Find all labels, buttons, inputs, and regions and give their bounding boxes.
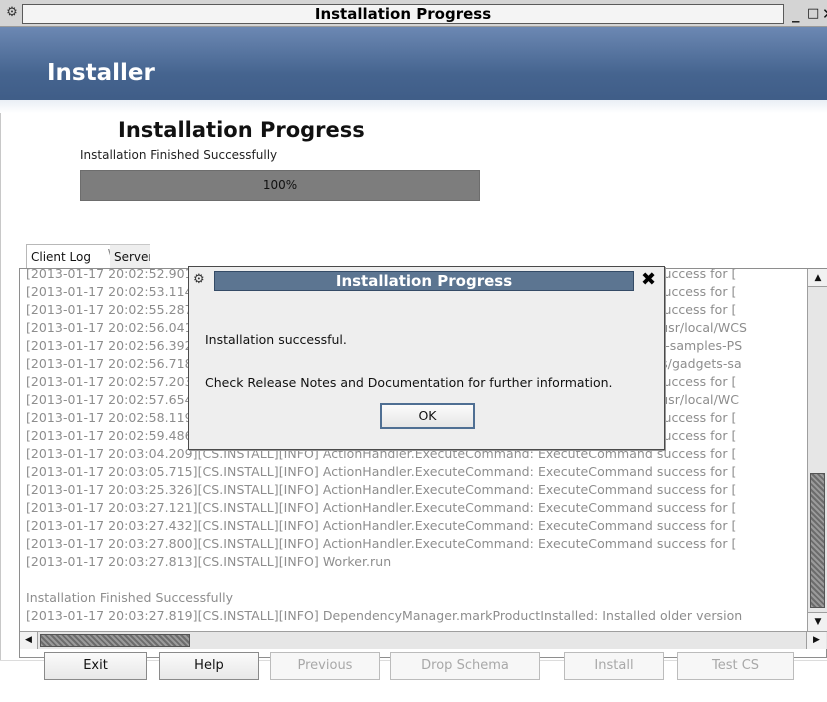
log-line: [2013-01-17 20:03:27.819][CS.INSTALL][IN… [26, 608, 743, 623]
ok-button[interactable]: OK [380, 403, 475, 429]
install-button[interactable]: Install [564, 652, 664, 680]
progress-status: Installation Finished Successfully [80, 148, 278, 162]
log-line: [2013-01-17 20:03:05.715][CS.INSTALL][IN… [26, 464, 737, 479]
dialog-close-icon[interactable]: ✖ [641, 269, 656, 291]
close-icon[interactable]: ✕ [822, 4, 827, 24]
horizontal-scrollbar[interactable]: ◀ ▶ [20, 631, 827, 649]
vertical-scroll-thumb[interactable] [810, 473, 825, 608]
scroll-down-icon[interactable]: ▼ [808, 612, 827, 631]
banner-divider [0, 100, 827, 113]
log-line: [2013-01-17 20:03:27.432][CS.INSTALL][IN… [26, 518, 737, 533]
scroll-up-icon[interactable]: ▲ [808, 269, 827, 287]
dialog-message: Installation successful. [205, 332, 347, 347]
tab-client-log[interactable]: Client Log [26, 244, 110, 268]
minimize-icon[interactable]: _ [792, 4, 800, 24]
log-line: [2013-01-17 20:03:27.813][CS.INSTALL][IN… [26, 554, 392, 569]
test-cs-button[interactable]: Test CS [677, 652, 794, 680]
log-line: Installation Finished Successfully [26, 590, 234, 605]
help-button[interactable]: Help [159, 652, 259, 680]
banner-title: Installer [47, 60, 155, 86]
dialog-title: Installation Progress [335, 272, 513, 290]
dialog-message-details: Check Release Notes and Documentation fo… [205, 375, 613, 390]
drop-schema-button[interactable]: Drop Schema [390, 652, 540, 680]
log-line: [2013-01-17 20:03:25.326][CS.INSTALL][IN… [26, 482, 737, 497]
installer-window: ⚙ Installation Progress _ □ ✕ Installer … [0, 0, 827, 702]
scroll-left-icon[interactable]: ◀ [20, 632, 38, 649]
log-line: [2013-01-17 20:03:27.800][CS.INSTALL][IN… [26, 536, 737, 551]
log-line: [2013-01-17 20:03:27.121][CS.INSTALL][IN… [26, 500, 737, 515]
vertical-scrollbar[interactable]: ▲ ▼ [807, 269, 827, 631]
maximize-icon[interactable]: □ [807, 4, 819, 24]
dialog-titlebar[interactable]: ⚙ Installation Progress ✖ [189, 267, 664, 294]
horizontal-scroll-thumb[interactable] [40, 634, 190, 647]
window-titlebar[interactable]: ⚙ Installation Progress _ □ ✕ [0, 0, 827, 27]
progress-bar: 100% [80, 170, 480, 201]
window-title: Installation Progress [314, 5, 492, 23]
exit-button[interactable]: Exit [44, 652, 147, 680]
page-title: Installation Progress [118, 118, 365, 142]
dialog-menu-icon[interactable]: ⚙ [193, 272, 205, 288]
window-menu-icon[interactable]: ⚙ [4, 5, 20, 21]
success-dialog: ⚙ Installation Progress ✖ Installation s… [188, 266, 665, 450]
progress-label: 100% [262, 178, 298, 192]
window-left-edge [0, 113, 1, 702]
tab-server-log[interactable]: Server Log [110, 244, 150, 268]
scroll-right-icon[interactable]: ▶ [806, 632, 826, 649]
previous-button[interactable]: Previous [270, 652, 380, 680]
